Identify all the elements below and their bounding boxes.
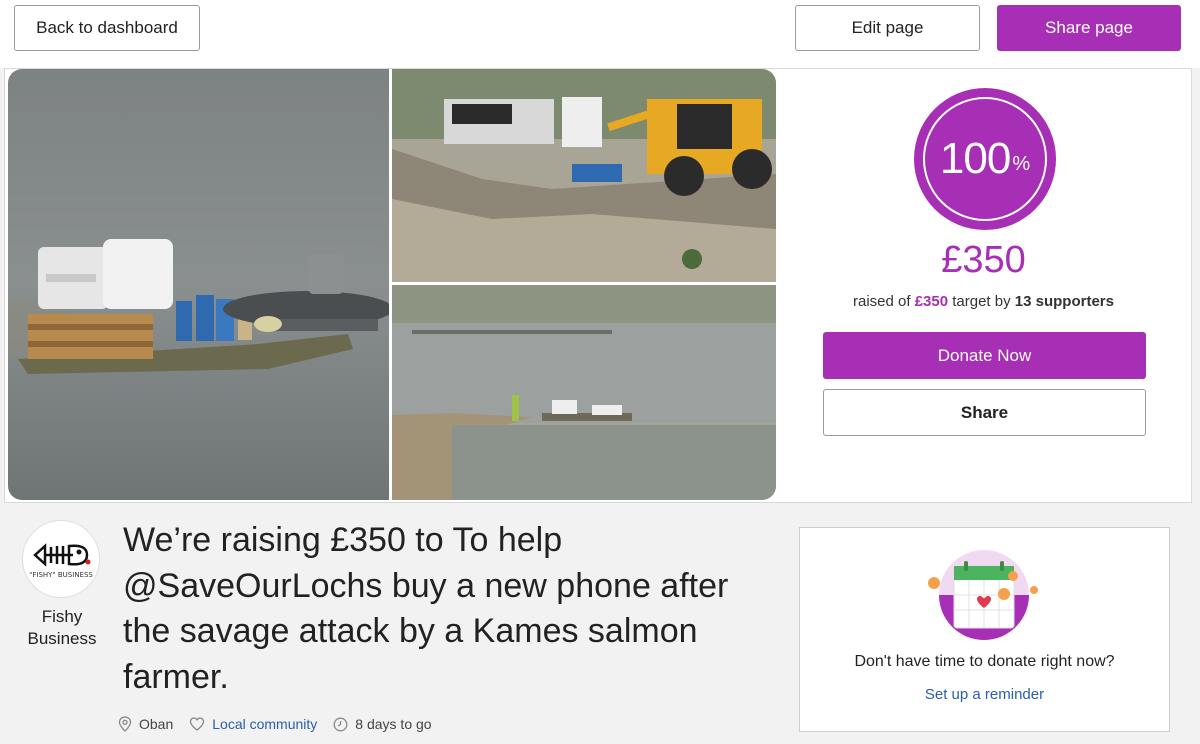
clock-icon	[333, 717, 348, 731]
raised-prefix: raised of	[853, 293, 915, 310]
photo-loch-shoreline	[392, 285, 776, 500]
time-left-text: 8 days to go	[355, 716, 432, 732]
supporter-count: 13 supporters	[1014, 293, 1114, 310]
progress-ring: 100 %	[914, 88, 1056, 230]
hero-section: 100 % £350 raised of £350 target by 13 s…	[4, 68, 1192, 503]
category-link[interactable]: Local community	[212, 716, 317, 732]
campaign-meta: Oban Local community 8 days to go	[118, 716, 448, 732]
fish-skeleton-logo-icon	[33, 542, 91, 567]
progress-ring-inner: 100 %	[923, 97, 1047, 221]
back-to-dashboard-button[interactable]: Back to dashboard	[14, 5, 200, 51]
progress-percent-sign: %	[1012, 152, 1031, 175]
reminder-card: Don't have time to donate right now? Set…	[799, 527, 1170, 732]
donation-progress-panel: 100 % £350 raised of £350 target by 13 s…	[776, 69, 1191, 500]
meta-category[interactable]: Local community	[189, 716, 317, 732]
target-amount: £350	[914, 293, 949, 310]
edit-page-button[interactable]: Edit page	[795, 5, 980, 51]
set-reminder-link[interactable]: Set up a reminder	[800, 686, 1169, 703]
photo-raft-on-loch	[8, 69, 389, 500]
photo-loader-truck	[392, 69, 776, 282]
meta-location: Oban	[118, 716, 173, 732]
donate-now-button[interactable]: Donate Now	[823, 332, 1146, 379]
top-action-bar: Back to dashboard Edit page Share page	[0, 0, 1200, 68]
share-button[interactable]: Share	[823, 389, 1146, 436]
meta-time-left: 8 days to go	[333, 716, 432, 732]
map-pin-icon	[118, 716, 132, 732]
avatar[interactable]: "FISHY" BUSINESS	[22, 520, 100, 598]
raised-summary: raised of £350 target by 13 supporters	[776, 293, 1191, 310]
calendar-heart-icon	[928, 550, 1038, 640]
raised-mid: target by	[948, 293, 1015, 310]
progress-percent: 100	[939, 134, 1011, 183]
heart-icon	[190, 717, 205, 731]
photo-collage	[8, 69, 776, 500]
page-title: We’re raising £350 to To help @SaveOurLo…	[123, 521, 729, 696]
share-page-button[interactable]: Share page	[997, 5, 1181, 51]
raised-amount: £350	[941, 239, 1026, 281]
location-text: Oban	[139, 716, 174, 732]
avatar-tagline: "FISHY" BUSINESS	[29, 570, 93, 579]
reminder-prompt: Don't have time to donate right now?	[854, 653, 1115, 670]
owner-name[interactable]: Fishy Business	[14, 606, 110, 650]
